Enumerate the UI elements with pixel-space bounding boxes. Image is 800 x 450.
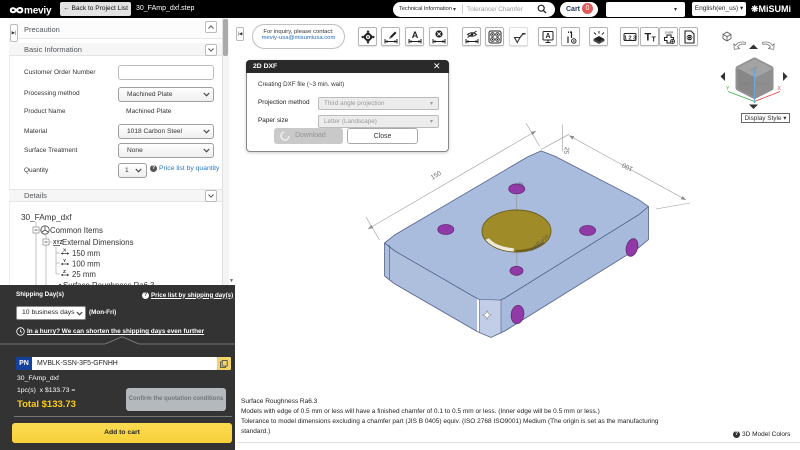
svg-text:25: 25 — [562, 146, 570, 155]
svg-text:T: T — [644, 31, 651, 43]
svg-text:T: T — [651, 36, 656, 43]
svg-text:A: A — [412, 30, 419, 40]
svg-text:Y: Y — [63, 258, 67, 264]
svg-text:External Dimensions: External Dimensions — [62, 238, 134, 247]
svg-text:OVER: OVER — [665, 30, 674, 34]
svg-text:Y: Y — [726, 86, 730, 92]
svg-text:LEFT: LEFT — [742, 82, 752, 86]
svg-text:X: X — [778, 86, 782, 92]
svg-text:100: 100 — [621, 161, 634, 172]
svg-text:meviy: meviy — [24, 6, 52, 16]
svg-text:150: 150 — [430, 170, 443, 182]
svg-text:FRONT: FRONT — [757, 82, 770, 86]
svg-text:100 mm: 100 mm — [72, 260, 100, 269]
svg-text:150 mm: 150 mm — [72, 249, 100, 258]
svg-text:A: A — [545, 33, 550, 40]
svg-text:1 2 3: 1 2 3 — [623, 35, 635, 41]
svg-text:25 mm: 25 mm — [72, 270, 96, 279]
svg-text:X: X — [63, 248, 67, 254]
svg-text:Z: Z — [63, 269, 66, 275]
svg-text:Common Items: Common Items — [50, 226, 103, 235]
